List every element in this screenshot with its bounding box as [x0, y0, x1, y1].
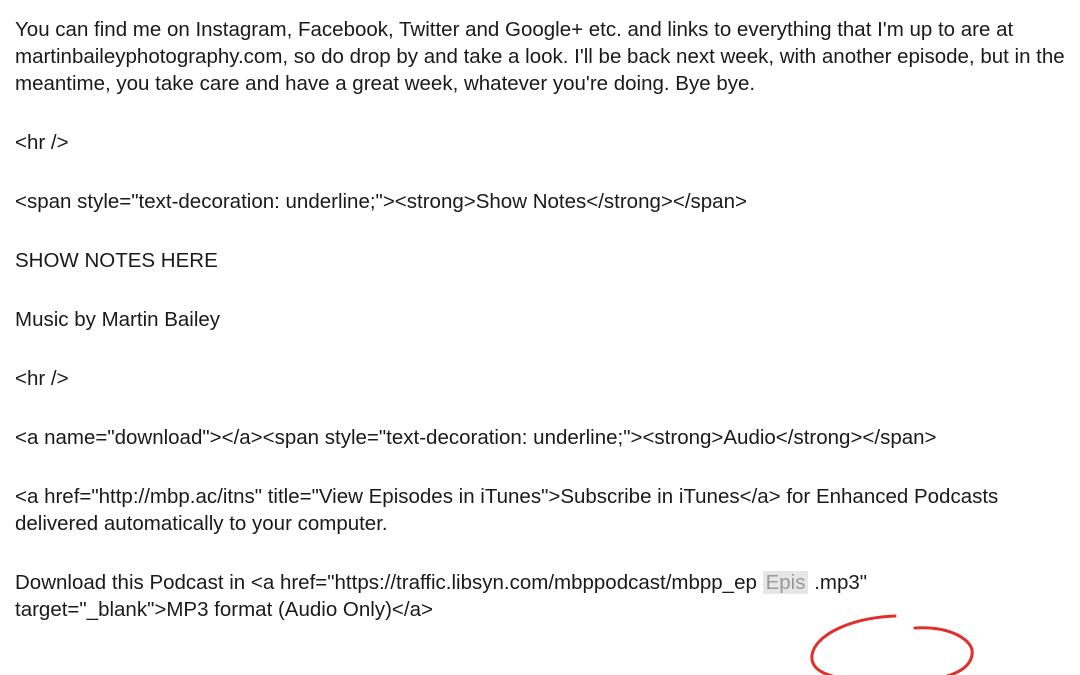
paragraph-show-notes-placeholder: SHOW NOTES HERE — [15, 249, 218, 272]
paragraph-audio-heading: <a name="download"></a><span style="text… — [15, 426, 937, 449]
paragraph-show-notes-heading: <span style="text-decoration: underline;… — [15, 190, 747, 213]
paragraph-music-credit: Music by Martin Bailey — [15, 308, 221, 331]
paragraph-itunes: <a href="http://mbp.ac/itns" title="View… — [15, 485, 999, 535]
paragraph-download: Download this Podcast in <a href="https:… — [15, 569, 1065, 623]
paragraph-closing: You can find me on Instagram, Facebook, … — [15, 18, 1065, 95]
download-line-suffix: .mp3" — [814, 571, 868, 594]
download-line-prefix: Download this Podcast in <a href="https:… — [15, 571, 757, 594]
paragraph-hr-1: <hr /> — [15, 131, 69, 154]
download-line-continuation: target="_blank">MP3 format (Audio Only)<… — [15, 598, 433, 621]
paragraph-hr-2: <hr /> — [15, 367, 69, 390]
text-editor[interactable]: You can find me on Instagram, Facebook, … — [15, 16, 1065, 623]
episode-placeholder-token[interactable]: Epis — [762, 571, 809, 594]
